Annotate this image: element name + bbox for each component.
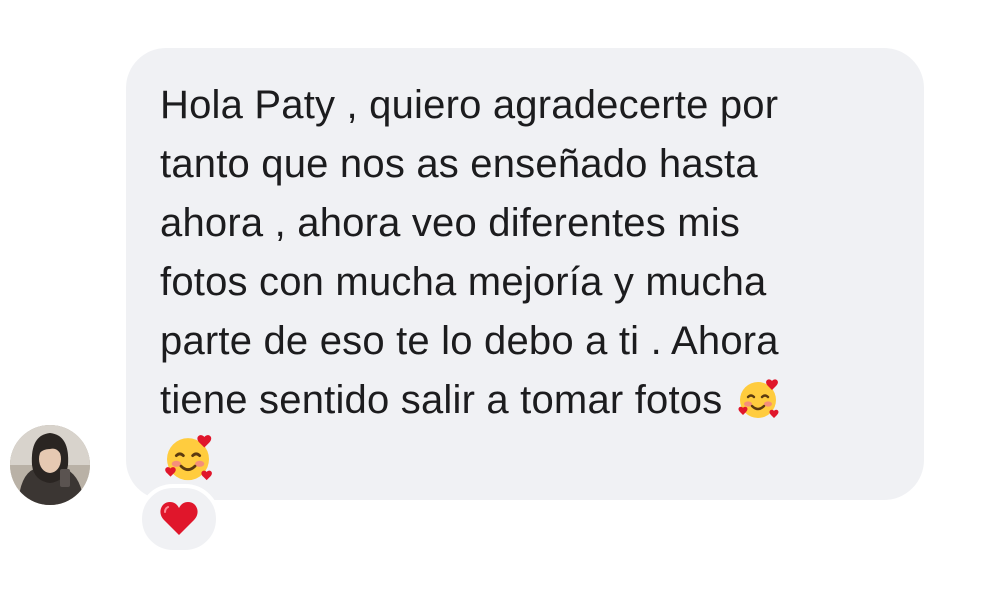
message-line: ahora , ahora veo diferentes mis bbox=[160, 201, 741, 245]
red-heart-icon bbox=[160, 502, 198, 535]
message-bubble[interactable]: Hola Paty , quiero agradecerte por tanto… bbox=[126, 48, 924, 500]
avatar[interactable] bbox=[10, 425, 90, 505]
message-line: tiene sentido salir a tomar fotos bbox=[160, 378, 723, 422]
message-line: tanto que nos as enseñado hasta bbox=[160, 142, 758, 186]
message-text: Hola Paty , quiero agradecerte por tanto… bbox=[160, 76, 894, 493]
chat-stage: Hola Paty , quiero agradecerte por tanto… bbox=[0, 0, 1001, 592]
avatar-photo bbox=[10, 425, 90, 505]
message-line: Hola Paty , quiero agradecerte por bbox=[160, 83, 779, 127]
reaction-badge[interactable] bbox=[138, 484, 220, 554]
smiling-face-with-hearts-icon bbox=[734, 375, 782, 430]
message-line: fotos con mucha mejoría y mucha bbox=[160, 260, 767, 304]
message-line: parte de eso te lo debo a ti . Ahora bbox=[160, 319, 779, 363]
